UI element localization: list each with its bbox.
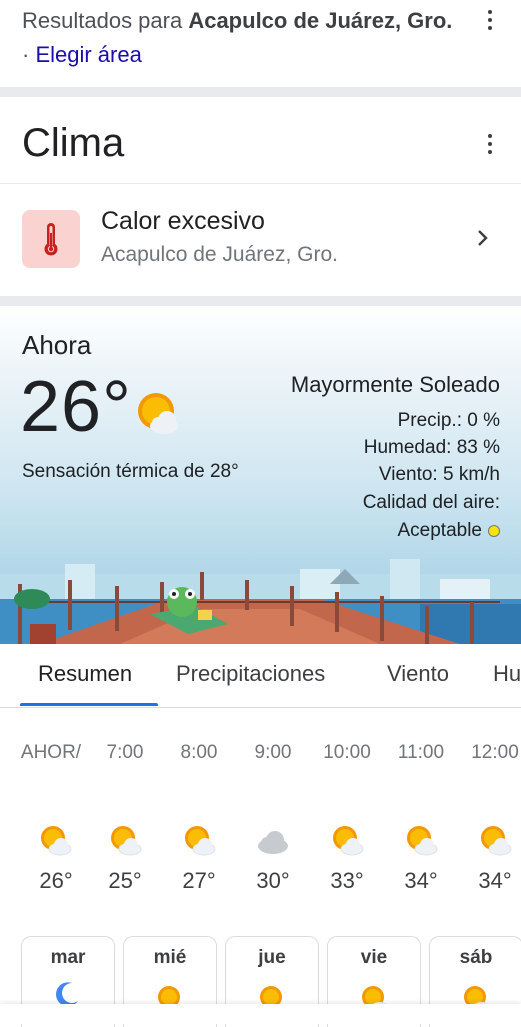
wind: Viento: 5 km/h — [378, 464, 500, 485]
divider — [0, 87, 521, 97]
chevron-right-icon[interactable] — [476, 228, 490, 253]
divider — [0, 296, 521, 306]
feels-like: Sensación térmica de 28° — [22, 461, 239, 482]
day-label: jue — [258, 947, 286, 968]
results-header: Resultados para Acapulco de Juárez, Gro.… — [22, 4, 462, 72]
partly-sunny-icon — [134, 390, 182, 441]
hour-temperature: 34° — [478, 868, 512, 893]
hour-temperature: 26° — [39, 868, 73, 893]
day-label: mié — [153, 947, 187, 968]
results-more-icon[interactable] — [486, 10, 494, 30]
tab-precipitation[interactable]: Precipitaciones — [176, 661, 325, 687]
day-label: mar — [50, 947, 86, 968]
condition: Mayormente Soleado — [290, 372, 500, 397]
partly-sunny-icon — [185, 826, 216, 856]
partly-sunny-icon — [333, 826, 364, 856]
humidity: Humedad: 83 % — [363, 437, 500, 458]
hour-temperature: 25° — [108, 868, 142, 893]
hour-temperature: 33° — [330, 868, 364, 893]
now-label: Ahora — [22, 330, 92, 360]
partly-sunny-icon — [481, 826, 512, 856]
weather-tabs: Resumen Precipitaciones Viento Hu — [0, 645, 521, 708]
hour-time: 11:00 — [397, 742, 445, 763]
cloud-icon — [258, 831, 288, 854]
thermometer-icon — [22, 210, 80, 268]
card-title: Clima — [22, 121, 125, 165]
tab-humidity[interactable]: Hu — [493, 661, 521, 687]
hour-time: 7:00 — [106, 742, 144, 763]
partly-sunny-icon — [41, 826, 72, 856]
current-temperature: 26° — [20, 367, 132, 447]
results-location: Acapulco de Juárez, Gro. — [188, 8, 453, 33]
hour-time: 9:00 — [254, 742, 292, 763]
day-label: vie — [360, 947, 388, 968]
air-quality-value: Aceptable — [397, 520, 482, 541]
alert-subtitle: Acapulco de Juárez, Gro. — [101, 243, 338, 266]
partly-sunny-icon — [111, 826, 142, 856]
hour-time: AHOR/ — [20, 742, 82, 763]
card-more-icon[interactable] — [486, 134, 494, 154]
results-prefix: Resultados para — [22, 8, 189, 33]
air-quality-label: Calidad del aire: — [362, 492, 500, 513]
partly-sunny-icon — [407, 826, 438, 856]
air-quality: Aceptable — [397, 520, 500, 542]
hour-time: 8:00 — [180, 742, 218, 763]
hour-temperature: 30° — [256, 868, 290, 893]
tab-wind[interactable]: Viento — [387, 661, 449, 687]
choose-area-link[interactable]: Elegir área — [35, 42, 141, 67]
hour-time: 10:00 — [323, 742, 371, 763]
alert-title: Calor excesivo — [101, 207, 265, 235]
results-separator: · — [22, 42, 36, 67]
precipitation: Precip.: 0 % — [397, 410, 500, 431]
weather-illustration — [0, 559, 521, 644]
current-weather-panel: Ahora 26° Sensación térmica de 28° Mayor… — [0, 306, 521, 644]
bottom-bar — [0, 1004, 521, 1024]
air-quality-dot — [488, 524, 500, 537]
hour-temperature: 27° — [182, 868, 216, 893]
day-label: sáb — [459, 947, 493, 968]
active-tab-indicator — [20, 703, 158, 706]
hour-time: 12:00 — [471, 742, 519, 763]
tab-summary[interactable]: Resumen — [38, 661, 132, 687]
hour-temperature: 34° — [404, 868, 438, 893]
